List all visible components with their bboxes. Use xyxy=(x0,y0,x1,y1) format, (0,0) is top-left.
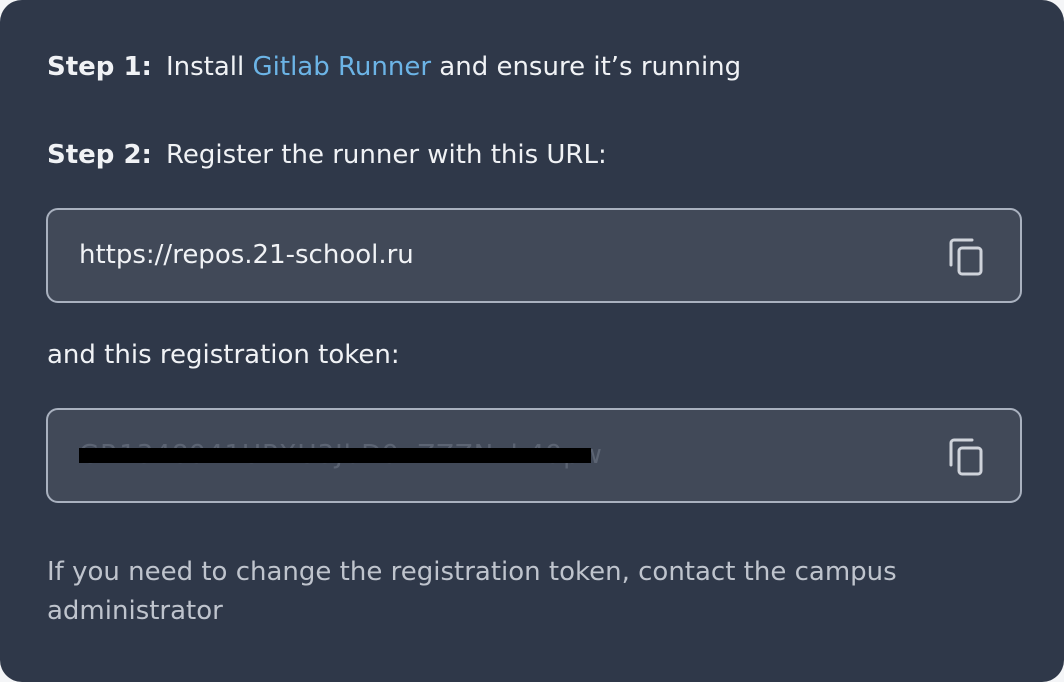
copy-icon xyxy=(949,238,983,276)
step-2-line: Step 2: Register the runner with this URL… xyxy=(47,139,607,171)
step-1-text-after: and ensure it’s running xyxy=(439,52,742,82)
token-label: and this registration token: xyxy=(47,340,400,370)
runner-setup-panel: Step 1: Install Gitlab Runner and ensure … xyxy=(0,0,1064,682)
gitlab-runner-link[interactable]: Gitlab Runner xyxy=(253,52,432,82)
url-field: https://repos.21-school.ru xyxy=(46,208,1022,303)
copy-token-button[interactable] xyxy=(948,437,984,477)
step-1-label: Step 1: xyxy=(47,52,152,82)
step-2-label: Step 2: xyxy=(47,140,152,170)
step-1-line: Step 1: Install Gitlab Runner and ensure … xyxy=(47,51,741,83)
copy-icon xyxy=(949,438,983,476)
help-note: If you need to change the registration t… xyxy=(47,557,897,626)
url-value: https://repos.21-school.ru xyxy=(79,240,414,270)
token-redaction-bar xyxy=(79,448,591,463)
token-field: GR1348941UPXU3JbD9nZZZNxh49pw xyxy=(46,408,1022,503)
step-1-text-before: Install xyxy=(165,52,245,82)
step-2-text: Register the runner with this URL: xyxy=(165,140,607,170)
copy-url-button[interactable] xyxy=(948,237,984,277)
